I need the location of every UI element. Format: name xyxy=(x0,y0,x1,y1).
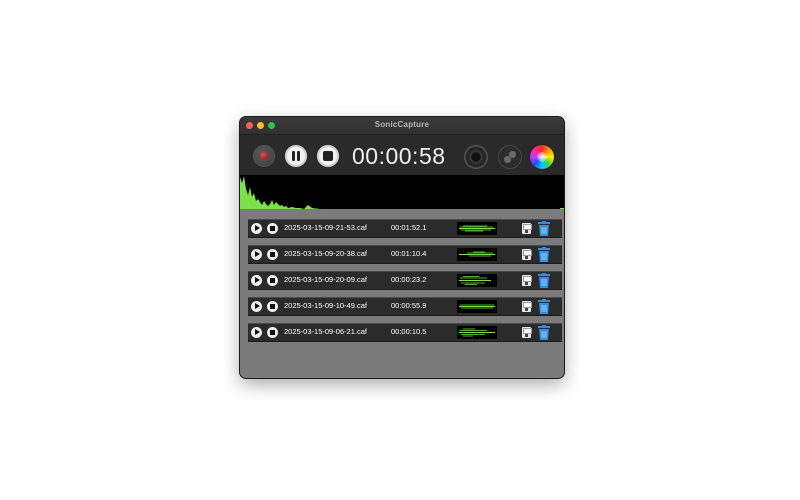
play-icon[interactable] xyxy=(251,301,262,312)
transport-controls: 00:00:58 xyxy=(240,135,564,175)
recording-waveform xyxy=(457,248,497,261)
play-icon[interactable] xyxy=(251,223,262,234)
elapsed-timer: 00:00:58 xyxy=(352,143,446,169)
save-icon[interactable] xyxy=(522,327,532,338)
recording-duration: 00:00:10.5 xyxy=(391,327,427,336)
trash-icon[interactable] xyxy=(538,247,550,262)
play-icon[interactable] xyxy=(251,327,262,338)
live-waveform-graph xyxy=(240,176,564,209)
stop-icon[interactable] xyxy=(267,223,278,234)
save-icon[interactable] xyxy=(522,223,532,234)
recording-name: 2025-03-15-09-20-09.caf xyxy=(284,275,367,284)
app-window: SonicCapture 00:00:58 2025-03-15-09-21-5… xyxy=(240,117,564,378)
speaker-icon[interactable] xyxy=(464,145,488,169)
link-icon[interactable] xyxy=(498,145,522,169)
recording-duration: 00:01:52.1 xyxy=(391,223,427,232)
trash-icon[interactable] xyxy=(538,325,550,340)
recording-name: 2025-03-15-09-21-53.caf xyxy=(284,223,367,232)
pause-button[interactable] xyxy=(285,145,307,167)
stop-icon[interactable] xyxy=(267,249,278,260)
recording-row: 2025-03-15-09-20-38.caf 00:01:10.4 xyxy=(248,245,562,264)
recording-row: 2025-03-15-09-06-21.caf 00:00:10.5 xyxy=(248,323,562,342)
trash-icon[interactable] xyxy=(538,273,550,288)
window-title: SonicCapture xyxy=(374,120,430,129)
save-icon[interactable] xyxy=(522,301,532,312)
recording-waveform xyxy=(457,300,497,313)
recording-waveform xyxy=(457,222,497,235)
save-icon[interactable] xyxy=(522,249,532,260)
color-wheel-icon[interactable] xyxy=(530,145,554,169)
recording-name: 2025-03-15-09-10-49.caf xyxy=(284,301,367,310)
stop-icon[interactable] xyxy=(267,301,278,312)
recording-row: 2025-03-15-09-21-53.caf 00:01:52.1 xyxy=(248,219,562,238)
recording-duration: 00:01:10.4 xyxy=(391,249,427,258)
play-icon[interactable] xyxy=(251,249,262,260)
record-button[interactable] xyxy=(253,145,275,167)
play-icon[interactable] xyxy=(251,275,262,286)
stop-icon[interactable] xyxy=(267,275,278,286)
recording-waveform xyxy=(457,326,497,339)
stop-button[interactable] xyxy=(317,145,339,167)
trash-icon[interactable] xyxy=(538,221,550,236)
recordings-list: 2025-03-15-09-21-53.caf 00:01:52.1 2025-… xyxy=(240,209,564,378)
live-waveform xyxy=(240,175,564,209)
recording-waveform xyxy=(457,274,497,287)
recording-row: 2025-03-15-09-10-49.caf 00:00:55.9 xyxy=(248,297,562,316)
trash-icon[interactable] xyxy=(538,299,550,314)
recording-name: 2025-03-15-09-20-38.caf xyxy=(284,249,367,258)
recording-row: 2025-03-15-09-20-09.caf 00:00:23.2 xyxy=(248,271,562,290)
title-bar: SonicCapture xyxy=(240,117,564,135)
save-icon[interactable] xyxy=(522,275,532,286)
recording-name: 2025-03-15-09-06-21.caf xyxy=(284,327,367,336)
stop-icon[interactable] xyxy=(267,327,278,338)
recording-duration: 00:00:55.9 xyxy=(391,301,427,310)
recording-duration: 00:00:23.2 xyxy=(391,275,427,284)
